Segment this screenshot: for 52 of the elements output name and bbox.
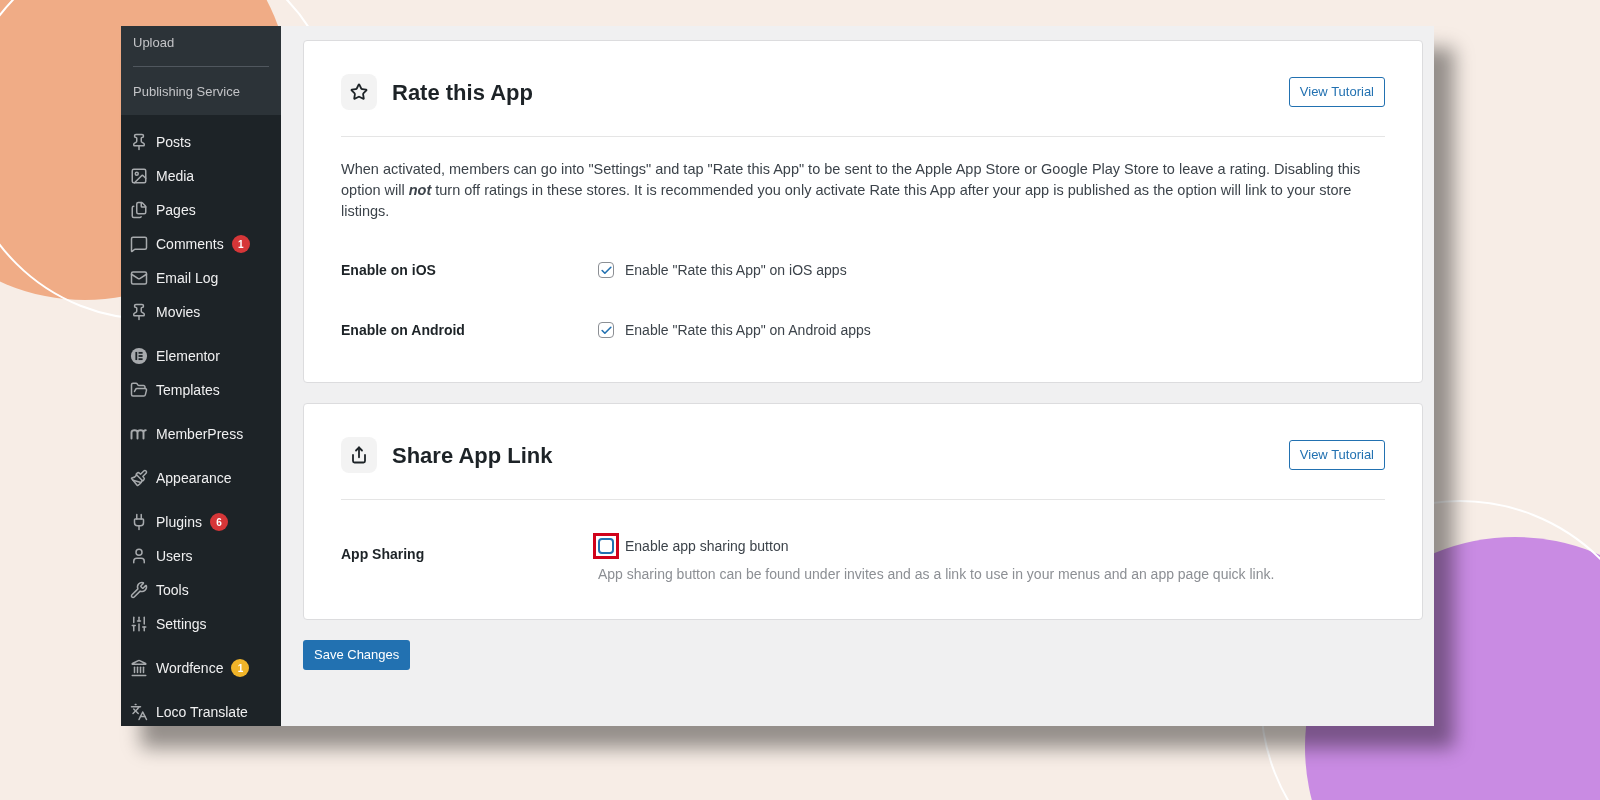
media-icon <box>130 167 148 185</box>
sidebar-item[interactable]: Posts <box>121 125 281 159</box>
help-text: App sharing button can be found under invites and as a link to use in your menus and an app page quick link. <box>598 565 1275 584</box>
brush-icon <box>130 469 148 487</box>
pin-icon <box>130 133 148 151</box>
folder-icon <box>130 381 148 399</box>
envelope-icon <box>130 269 148 287</box>
sidebar-item[interactable]: Appearance <box>121 461 281 495</box>
sidebar-item[interactable]: Templates <box>121 373 281 407</box>
submenu-link[interactable]: Publishing Service <box>133 84 240 99</box>
sidebar-item[interactable]: Tools <box>121 573 281 607</box>
save-changes-button[interactable]: Save Changes <box>303 640 411 670</box>
option-label: Enable on Android <box>341 321 466 340</box>
count-badge: 1 <box>231 235 250 253</box>
view-tutorial-button[interactable]: View Tutorial <box>1288 77 1385 107</box>
sidebar-item[interactable]: Comments 1 <box>121 227 281 261</box>
sidebar-item[interactable]: Elementor <box>121 339 281 373</box>
option-label: Enable on iOS <box>341 261 437 280</box>
checkbox-label: Enable app sharing button <box>625 536 789 556</box>
checkbox-label: Enable "Rate this App" on iOS apps <box>625 260 847 280</box>
sidebar-item[interactable]: Loco Translate <box>121 695 281 729</box>
count-badge: 6 <box>209 513 228 531</box>
checkbox-label: Enable "Rate this App" on Android apps <box>625 320 871 340</box>
circle-e-icon <box>130 347 148 365</box>
sidebar-item[interactable]: Email Log <box>121 261 281 295</box>
user-icon <box>130 547 148 565</box>
description-text: When activated, members can go into "Settings" and tap "Rate this App" to be sent to the Apple App Store or Google Play Store to leave a rating. Disabling this option will not turn off ratings in these stores. It is recommended you only activate Rate this App after your app is published as the option will link to your store listings. <box>341 160 1362 221</box>
sidebar-item[interactable]: Settings <box>121 607 281 641</box>
share-icon <box>341 437 377 473</box>
card-title: Share App Link <box>392 441 553 470</box>
sidebar-item[interactable]: MemberPress <box>121 417 281 451</box>
view-tutorial-button[interactable]: View Tutorial <box>1288 440 1385 470</box>
sidebar-item[interactable]: Plugins 6 <box>121 505 281 539</box>
check-icon <box>599 323 613 337</box>
card-title: Rate this App <box>392 78 533 107</box>
pages-icon <box>130 201 148 219</box>
checkbox[interactable] <box>593 533 619 559</box>
option-label: App Sharing <box>341 545 426 564</box>
sidebar-item[interactable]: Wordfence 1 <box>121 651 281 685</box>
building-icon <box>130 659 148 677</box>
sidebar-item[interactable]: Users <box>121 539 281 573</box>
count-badge: 1 <box>231 659 250 677</box>
sliders-icon <box>130 615 148 633</box>
submenu-link[interactable]: Upload <box>133 35 175 50</box>
translate-icon <box>130 703 148 721</box>
wrench-icon <box>130 581 148 599</box>
pin-icon <box>130 303 148 321</box>
sidebar-item[interactable]: Pages <box>121 193 281 227</box>
sidebar-item[interactable]: Movies <box>121 295 281 329</box>
check-icon <box>599 263 613 277</box>
sidebar-item[interactable]: Media <box>121 159 281 193</box>
comment-icon <box>130 235 148 253</box>
